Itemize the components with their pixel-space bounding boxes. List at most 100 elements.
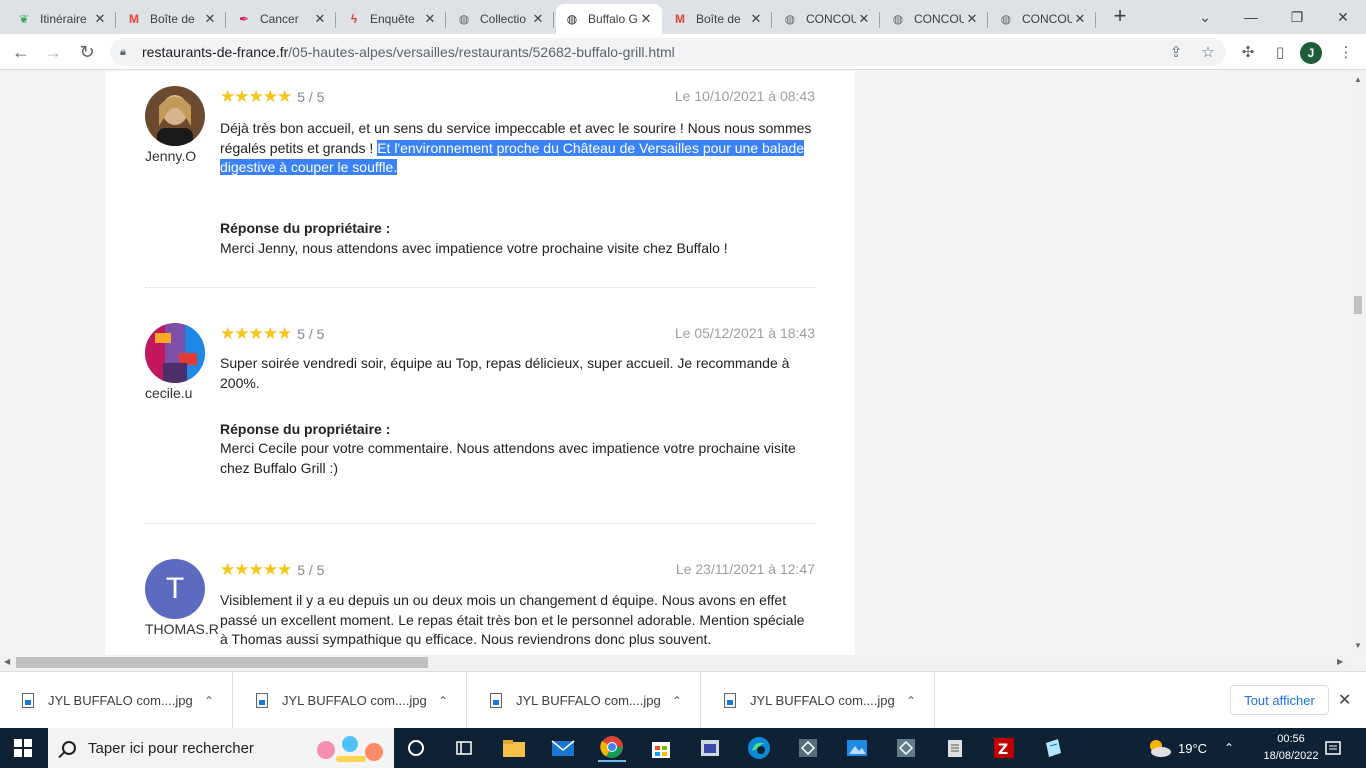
notification-icon[interactable] [1324,728,1342,768]
chevron-up-icon[interactable]: ⌃ [906,694,916,708]
chevron-up-icon[interactable]: ⌃ [1224,728,1234,768]
taskbar-clock[interactable]: 00:56 18/08/2022 [1258,731,1324,765]
download-filename: JYL BUFFALO com....jpg [282,693,427,708]
review-item: T THOMAS.R ★★★★★ 5 / 5 Le 23/11/2021 à 1… [145,559,815,655]
owner-response-label: Réponse du propriétaire : [220,220,391,236]
close-icon[interactable]: ✕ [422,11,438,27]
new-tab-plus-icon[interactable]: + [1108,5,1132,29]
image-file-icon [22,693,34,708]
download-item[interactable]: JYL BUFFALO com....jpg ⌃ [0,672,233,729]
download-filename: JYL BUFFALO com....jpg [750,693,895,708]
close-icon[interactable]: ✕ [530,11,546,27]
tab-search-chevron-icon[interactable]: ⌄ [1182,0,1228,34]
filezilla-icon[interactable]: Z [990,734,1018,762]
address-bar[interactable]: 🔒︎ restaurants-de-france.fr/05-hautes-al… [110,38,1226,66]
scroll-down-arrow-icon[interactable]: ▼ [1354,641,1362,650]
download-item[interactable]: JYL BUFFALO com....jpg ⌃ [468,672,701,729]
menu-kebab-icon[interactable]: ⋮ [1334,40,1358,64]
tab-gmail-1[interactable]: M Boîte de ✕ [118,4,226,34]
close-icon[interactable]: ✕ [312,11,328,27]
rating-stars: ★★★★★ 5 / 5 [220,325,324,343]
tab-collection[interactable]: ◍ Collectio ✕ [448,4,554,34]
profile-avatar[interactable]: J [1300,42,1322,64]
tab-concours-1[interactable]: ◍ CONCOU ✕ [774,4,880,34]
review-username[interactable]: cecile.u [145,385,192,401]
taskbar-search-box[interactable]: Taper ici pour rechercher [48,728,394,768]
globe-icon: ◍ [1000,12,1012,26]
task-view-icon[interactable] [402,734,430,762]
window-close-icon[interactable]: ✕ [1320,0,1366,34]
rating-score: 5 / 5 [297,562,325,578]
horizontal-scrollbar[interactable]: ◀ ▶ [0,655,1350,671]
close-icon[interactable]: ✕ [92,11,108,27]
forward-arrow-icon[interactable]: → [40,39,66,65]
rating-score: 5 / 5 [297,326,325,342]
close-icon[interactable]: ✕ [748,11,764,27]
share-icon[interactable]: ⇪ [1164,40,1188,64]
mail-icon[interactable] [549,734,577,762]
app-window-icon[interactable] [696,734,724,762]
review-username[interactable]: Jenny.O [145,148,196,164]
tab-buffalo-active[interactable]: ◍ Buffalo G ✕ [556,4,662,34]
scroll-up-arrow-icon[interactable]: ▲ [1354,75,1362,84]
owner-response-text: Merci Cecile pour votre commentaire. Nou… [220,440,796,476]
tab-title: Buffalo G [588,12,638,26]
show-all-downloads-button[interactable]: Tout afficher [1230,685,1329,715]
horizontal-scroll-thumb[interactable] [16,657,428,668]
star-icon: ★★★★★ [220,560,292,579]
pen-icon: ✒ [238,12,250,26]
bookmark-star-icon[interactable]: ☆ [1196,40,1220,64]
back-arrow-icon[interactable]: ← [8,39,34,65]
minimize-icon[interactable]: — [1228,0,1274,34]
download-bar: JYL BUFFALO com....jpg ⌃ JYL BUFFALO com… [0,671,1366,729]
tab-enquete[interactable]: ϟ Enquête ✕ [338,4,446,34]
url-host: restaurants-de-france.fr [142,44,289,60]
store-icon[interactable] [647,734,675,762]
notepad-icon[interactable] [941,734,969,762]
temperature: 19°C [1178,740,1208,756]
tab-concours-3[interactable]: ◍ CONCOU ✕ [990,4,1096,34]
review-username[interactable]: THOMAS.R [145,621,219,637]
side-panel-icon[interactable]: ▯ [1268,40,1292,64]
chevron-up-icon[interactable]: ⌃ [672,694,682,708]
notes-icon[interactable] [1039,734,1067,762]
tab-gmail-2[interactable]: M Boîte de ✕ [664,4,772,34]
tab-cancer[interactable]: ✒ Cancer ✕ [228,4,336,34]
clock-date: 18/08/2022 [1263,750,1319,762]
review-item: cecile.u ★★★★★ 5 / 5 Le 05/12/2021 à 18:… [145,323,815,493]
vertical-scrollbar[interactable]: ▲ ▼ [1350,71,1366,655]
network-app-icon[interactable] [794,734,822,762]
restore-icon[interactable]: ❐ [1274,0,1320,34]
tab-itineraire[interactable]: ❦ Itinéraire ✕ [8,4,116,34]
tab-title: Enquête [370,12,415,26]
close-icon[interactable]: ✕ [964,11,980,27]
rating-stars: ★★★★★ 5 / 5 [220,561,324,579]
widgets-icon[interactable] [450,734,478,762]
tab-concours-2[interactable]: ◍ CONCOU ✕ [882,4,988,34]
close-icon[interactable]: ✕ [1072,11,1088,27]
weather-widget[interactable]: 19°C [1146,728,1207,768]
chevron-up-icon[interactable]: ⌃ [438,694,448,708]
close-icon[interactable]: ✕ [638,11,654,27]
lock-icon[interactable]: 🔒︎ [120,46,132,59]
reload-icon[interactable]: ↻ [74,39,100,65]
tab-strip: ❦ Itinéraire ✕ M Boîte de ✕ ✒ Cancer ✕ ϟ… [0,0,1366,34]
vertical-scroll-thumb[interactable] [1354,296,1362,314]
close-icon[interactable]: ✕ [856,11,872,27]
scroll-right-arrow-icon[interactable]: ▶ [1337,657,1343,666]
file-explorer-icon[interactable] [500,734,528,762]
download-item[interactable]: JYL BUFFALO com....jpg ⌃ [234,672,467,729]
photos-icon[interactable] [843,734,871,762]
download-item[interactable]: JYL BUFFALO com....jpg ⌃ [702,672,935,729]
close-download-bar-icon[interactable]: ✕ [1338,690,1351,710]
close-icon[interactable]: ✕ [202,11,218,27]
scroll-left-arrow-icon[interactable]: ◀ [4,657,10,666]
remote-app-icon[interactable] [892,734,920,762]
globe-icon: ◍ [784,12,796,26]
chevron-up-icon[interactable]: ⌃ [204,694,214,708]
windows-start-icon[interactable] [14,739,32,757]
edge-icon[interactable] [745,734,773,762]
maps-icon: ❦ [18,12,30,26]
chrome-icon[interactable] [598,734,626,762]
extensions-puzzle-icon[interactable]: ✣ [1236,40,1260,64]
